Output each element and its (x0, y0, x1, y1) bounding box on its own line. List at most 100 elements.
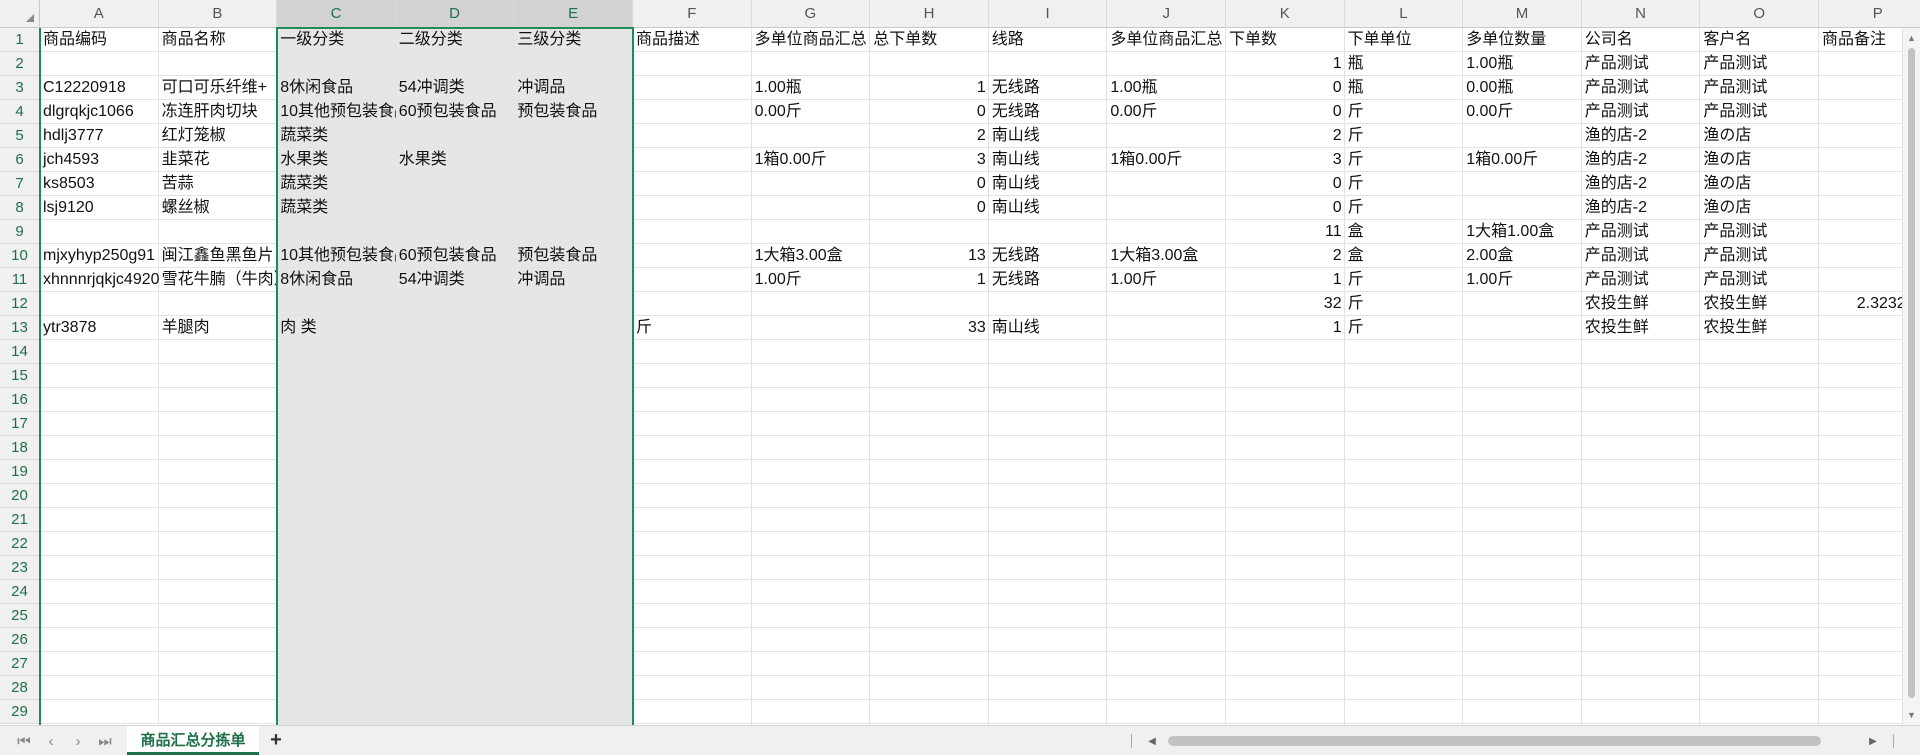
cell-e4[interactable]: 预包装食品 (514, 100, 633, 124)
cell-l4[interactable]: 斤 (1345, 100, 1464, 124)
scroll-left-icon[interactable]: ◀ (1145, 731, 1159, 751)
cell-c13[interactable]: 肉 类 (277, 316, 396, 340)
cell-c5[interactable]: 蔬菜类 (277, 124, 396, 148)
cell-m2[interactable]: 1.00瓶 (1463, 52, 1582, 76)
vertical-scrollbar[interactable]: ▲ ▼ (1902, 28, 1920, 725)
cell-a8[interactable]: lsj9120 (40, 196, 159, 220)
cell-l12[interactable]: 斤 (1345, 292, 1464, 316)
cell-i3[interactable]: 无线路 (989, 76, 1108, 100)
cell-c1[interactable]: 一级分类 (277, 28, 396, 52)
cell-a6[interactable]: jch4593 (40, 148, 159, 172)
cell-j4[interactable]: 0.00斤 (1107, 100, 1226, 124)
row-header-8[interactable]: 8 (0, 196, 40, 220)
cell-c3[interactable]: 8休闲食品 (277, 76, 396, 100)
cell-o12[interactable]: 农投生鲜 (1700, 292, 1819, 316)
cell-l8[interactable]: 斤 (1345, 196, 1464, 220)
cell-a4[interactable]: dlgrqkjc1066 (40, 100, 159, 124)
column-header-p[interactable]: P (1819, 0, 1920, 28)
cell-a11[interactable]: xhnnnrjqkjc4920 (40, 268, 159, 292)
cell-a3[interactable]: C12220918 (40, 76, 159, 100)
row-header-24[interactable]: 24 (0, 580, 40, 604)
horizontal-scroll-thumb[interactable] (1168, 736, 1821, 746)
row-header-26[interactable]: 26 (0, 628, 40, 652)
cell-j1[interactable]: 多单位商品汇总 (1107, 28, 1226, 52)
row-header-11[interactable]: 11 (0, 268, 40, 292)
cell-o7[interactable]: 渔の店 (1700, 172, 1819, 196)
cell-n5[interactable]: 渔的店-2 (1582, 124, 1701, 148)
row-header-6[interactable]: 6 (0, 148, 40, 172)
cell-d11[interactable]: 54冲调类 (396, 268, 515, 292)
cell-h4[interactable]: 0 (870, 100, 989, 124)
column-header-h[interactable]: H (870, 0, 989, 28)
cell-l7[interactable]: 斤 (1345, 172, 1464, 196)
scroll-up-icon[interactable]: ▲ (1903, 30, 1920, 46)
column-header-m[interactable]: M (1463, 0, 1582, 28)
last-sheet-icon[interactable]: ⏭ (94, 730, 116, 752)
cell-c4[interactable]: 10其他预包装食品 (277, 100, 396, 124)
row-header-28[interactable]: 28 (0, 676, 40, 700)
cell-b11[interactable]: 雪花牛腩（牛肉） (159, 268, 278, 292)
cell-j3[interactable]: 1.00瓶 (1107, 76, 1226, 100)
spreadsheet-grid[interactable]: ABCDEFGHIJKLMNOP 1 2 3 4 5 6 7 8 9 10 11 12 13 14 15 16… (0, 0, 1920, 725)
cell-o6[interactable]: 渔の店 (1700, 148, 1819, 172)
cell-i8[interactable]: 南山线 (989, 196, 1108, 220)
cell-i10[interactable]: 无线路 (989, 244, 1108, 268)
cell-l3[interactable]: 瓶 (1345, 76, 1464, 100)
cell-a5[interactable]: hdlj3777 (40, 124, 159, 148)
cell-o4[interactable]: 产品测试 (1700, 100, 1819, 124)
cell-g11[interactable]: 1.00斤 (752, 268, 871, 292)
cell-c6[interactable]: 水果类 (277, 148, 396, 172)
vertical-scroll-thumb[interactable] (1908, 48, 1915, 698)
cell-g10[interactable]: 1大箱3.00盒 (752, 244, 871, 268)
cell-k4[interactable]: 0 (1226, 100, 1345, 124)
cell-l1[interactable]: 下单单位 (1345, 28, 1464, 52)
cell-a13[interactable]: ytr3878 (40, 316, 159, 340)
cell-n11[interactable]: 产品测试 (1582, 268, 1701, 292)
cell-h10[interactable]: 13 (870, 244, 989, 268)
row-header-25[interactable]: 25 (0, 604, 40, 628)
cell-j6[interactable]: 1箱0.00斤 (1107, 148, 1226, 172)
cell-h8[interactable]: 0 (870, 196, 989, 220)
cell-k7[interactable]: 0 (1226, 172, 1345, 196)
column-header-b[interactable]: B (158, 0, 278, 28)
cell-h5[interactable]: 2 (870, 124, 989, 148)
cell-a1[interactable]: 商品编码 (40, 28, 159, 52)
row-header-14[interactable]: 14 (0, 340, 40, 364)
cell-n3[interactable]: 产品测试 (1582, 76, 1701, 100)
cell-n7[interactable]: 渔的店-2 (1582, 172, 1701, 196)
tab-product-summary-sorting[interactable]: 商品汇总分拣单 (127, 726, 259, 755)
cell-m11[interactable]: 1.00斤 (1463, 268, 1582, 292)
cell-i6[interactable]: 南山线 (989, 148, 1108, 172)
cell-a7[interactable]: ks8503 (40, 172, 159, 196)
column-header-f[interactable]: F (633, 0, 752, 28)
cell-o9[interactable]: 产品测试 (1700, 220, 1819, 244)
cell-m10[interactable]: 2.00盒 (1463, 244, 1582, 268)
column-header-i[interactable]: I (988, 0, 1108, 28)
cell-i11[interactable]: 无线路 (989, 268, 1108, 292)
row-header-29[interactable]: 29 (0, 700, 40, 724)
cell-j10[interactable]: 1大箱3.00盒 (1107, 244, 1226, 268)
cell-n8[interactable]: 渔的店-2 (1582, 196, 1701, 220)
column-header-k[interactable]: K (1226, 0, 1345, 28)
row-header-13[interactable]: 13 (0, 316, 40, 340)
cell-o1[interactable]: 客户名 (1700, 28, 1819, 52)
row-header-9[interactable]: 9 (0, 220, 40, 244)
cell-m3[interactable]: 0.00瓶 (1463, 76, 1582, 100)
cell-n2[interactable]: 产品测试 (1582, 52, 1701, 76)
prev-sheet-icon[interactable]: ‹ (40, 730, 62, 752)
cell-o2[interactable]: 产品测试 (1700, 52, 1819, 76)
cell-l9[interactable]: 盒 (1345, 220, 1464, 244)
row-header-21[interactable]: 21 (0, 508, 40, 532)
cell-b4[interactable]: 冻连肝肉切块 (159, 100, 278, 124)
cell-k3[interactable]: 0 (1226, 76, 1345, 100)
next-sheet-icon[interactable]: › (67, 730, 89, 752)
cell-b13[interactable]: 羊腿肉 (159, 316, 278, 340)
row-header-15[interactable]: 15 (0, 364, 40, 388)
cell-k8[interactable]: 0 (1226, 196, 1345, 220)
cell-l5[interactable]: 斤 (1345, 124, 1464, 148)
cell-o11[interactable]: 产品测试 (1700, 268, 1819, 292)
cell-n13[interactable]: 农投生鲜 (1582, 316, 1701, 340)
cell-e3[interactable]: 冲调品 (514, 76, 633, 100)
column-header-o[interactable]: O (1700, 0, 1819, 28)
cell-b8[interactable]: 螺丝椒 (159, 196, 278, 220)
